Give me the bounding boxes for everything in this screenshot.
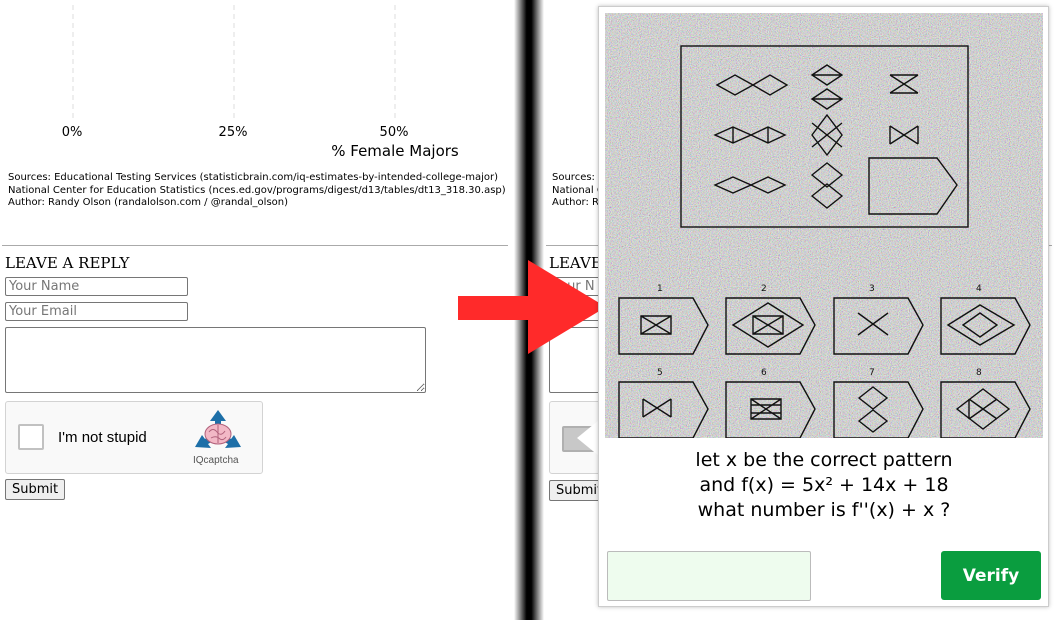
question-line-1: let x be the correct pattern — [695, 449, 953, 471]
sources-line-1: Sources: — [552, 172, 595, 183]
sources-line-2: National Center for Education Statistics… — [8, 184, 506, 196]
section-divider — [2, 245, 508, 246]
comment-textarea[interactable] — [5, 327, 426, 393]
verify-button[interactable]: Verify — [941, 551, 1041, 600]
x-axis-label: % Female Majors — [331, 142, 459, 160]
option-number-1: 1 — [657, 284, 663, 294]
sources-line-3: Author: Randy Olson (randalolson.com / @… — [8, 197, 289, 208]
answer-input[interactable] — [607, 551, 811, 601]
female-majors-chart: 0% 25% 50% % Female Majors — [62, 5, 459, 160]
question-line-3: what number is f''(x) + x ? — [697, 499, 951, 521]
captcha-challenge-popup: 1 2 3 4 5 6 7 8 let x be the correct pat… — [598, 6, 1049, 607]
sources-line-3: Author: R — [552, 197, 599, 208]
question-line-2: and f(x) = 5x² + 14x + 18 — [699, 474, 949, 496]
tick-label-0: 0% — [62, 125, 83, 140]
popup-pointer — [577, 420, 599, 456]
option-number-7: 7 — [869, 368, 875, 378]
option-number-6: 6 — [761, 368, 767, 378]
sources-line-1: Sources: Educational Testing Services (s… — [8, 172, 498, 183]
iq-puzzle-image: 1 2 3 4 5 6 7 8 — [605, 13, 1043, 438]
page-left: 0% 25% 50% % Female Majors Sources: Educ… — [0, 0, 514, 620]
option-number-4: 4 — [976, 284, 982, 294]
brain-recycle-logo-icon — [195, 410, 241, 448]
captcha-question: let x be the correct pattern and f(x) = … — [605, 448, 1043, 523]
chart-sources-right: Sources: National C Author: R — [552, 172, 604, 210]
chart-sources: Sources: Educational Testing Services (s… — [8, 172, 506, 210]
option-number-3: 3 — [869, 284, 875, 294]
tick-label-25: 25% — [219, 125, 248, 140]
captcha-label: I'm not stupid — [58, 429, 147, 446]
red-arrow-icon — [458, 260, 606, 354]
iq-captcha-widget: I'm not stupid IQcaptcha — [5, 401, 263, 474]
sources-line-2: National C — [552, 184, 604, 196]
option-number-5: 5 — [657, 368, 663, 378]
submit-button[interactable]: Submit — [5, 479, 66, 500]
reply-heading: LEAVE A REPLY — [5, 254, 130, 272]
option-number-8: 8 — [976, 368, 982, 378]
captcha-checkbox[interactable] — [18, 424, 44, 450]
name-field[interactable] — [5, 277, 188, 296]
captcha-brand: IQcaptcha — [193, 455, 239, 466]
tick-label-50: 50% — [380, 125, 409, 140]
email-field[interactable] — [5, 302, 188, 321]
option-number-2: 2 — [761, 284, 767, 294]
